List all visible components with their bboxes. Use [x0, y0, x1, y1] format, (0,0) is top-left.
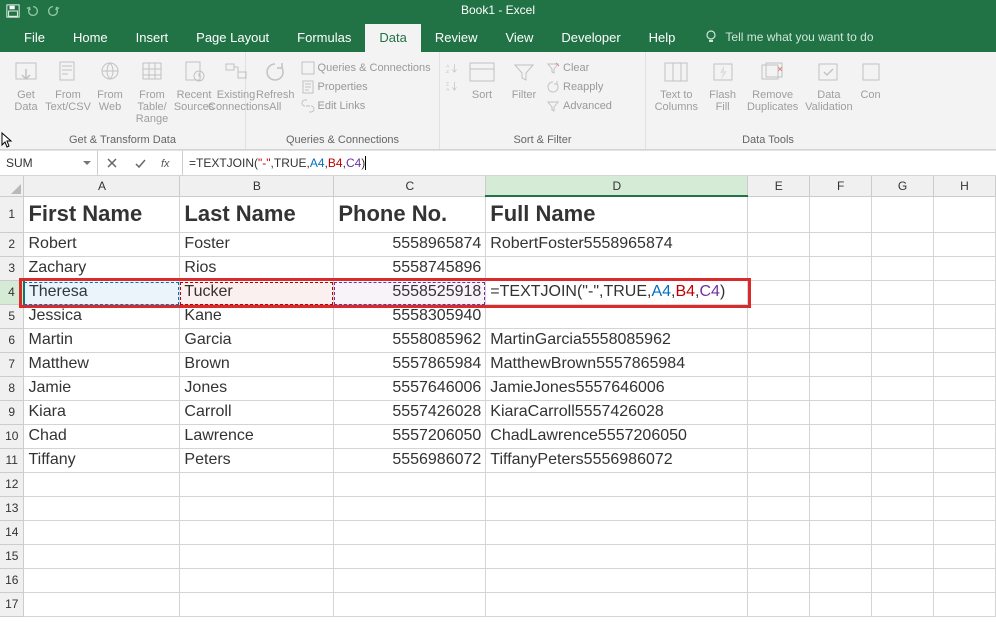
tab-page-layout[interactable]: Page Layout	[182, 24, 283, 52]
properties-button[interactable]: Properties	[301, 79, 431, 95]
clear-button[interactable]: Clear	[546, 60, 612, 76]
insert-function-button[interactable]: fx	[154, 156, 182, 170]
undo-icon[interactable]	[26, 4, 40, 18]
remove-duplicates-button[interactable]: RemoveDuplicates	[745, 54, 801, 113]
formula-bar-input[interactable]: =TEXTJOIN("-",TRUE,A4,B4,C4)	[183, 151, 996, 175]
select-all-button[interactable]	[0, 176, 24, 196]
tab-formulas[interactable]: Formulas	[283, 24, 365, 52]
lightbulb-icon	[703, 29, 719, 45]
name-box[interactable]: SUM	[0, 151, 98, 175]
cell-A1[interactable]: First Name	[24, 196, 180, 232]
filter-button[interactable]: Filter	[504, 54, 544, 101]
from-web-button[interactable]: FromWeb	[90, 54, 130, 113]
formula-bar-row: SUM fx =TEXTJOIN("-",TRUE,A4,B4,C4)	[0, 150, 996, 176]
row-header-5[interactable]: 5	[0, 304, 24, 328]
tab-home[interactable]: Home	[59, 24, 122, 52]
row-header-1[interactable]: 1	[0, 196, 24, 232]
tab-help[interactable]: Help	[635, 24, 690, 52]
row-header-4[interactable]: 4	[0, 280, 24, 304]
get-data-button[interactable]: GetData	[6, 54, 46, 113]
cell-C1[interactable]: Phone No.	[334, 196, 486, 232]
svg-text:A: A	[446, 87, 450, 93]
tab-view[interactable]: View	[491, 24, 547, 52]
flash-fill-button[interactable]: FlashFill	[703, 54, 743, 113]
svg-text:Z: Z	[446, 69, 449, 75]
save-icon[interactable]	[6, 4, 20, 18]
row-header-10[interactable]: 10	[0, 424, 24, 448]
svg-text:A: A	[446, 63, 450, 69]
col-header-F[interactable]: F	[810, 176, 872, 196]
col-header-B[interactable]: B	[180, 176, 334, 196]
window-title: Book1 - Excel	[461, 3, 535, 17]
svg-text:fx: fx	[161, 158, 170, 170]
sort-az-button[interactable]: AZ	[446, 60, 460, 76]
refresh-all-button[interactable]: RefreshAll	[252, 54, 299, 113]
text-to-columns-button[interactable]: Text toColumns	[652, 54, 701, 113]
tab-file[interactable]: File	[10, 24, 59, 52]
row-header-7[interactable]: 7	[0, 352, 24, 376]
group-label-sort-filter: Sort & Filter	[446, 134, 639, 149]
sort-za-button[interactable]: ZA	[446, 78, 460, 94]
advanced-button[interactable]: Advanced	[546, 98, 612, 114]
svg-text:Z: Z	[446, 81, 449, 87]
cursor-icon	[0, 132, 16, 148]
enter-formula-button[interactable]	[126, 156, 154, 170]
ribbon: GetData FromText/CSV FromWeb From Table/…	[0, 52, 996, 150]
group-label-data-tools: Data Tools	[652, 134, 884, 149]
sort-button[interactable]: Sort	[462, 54, 502, 101]
from-table-range-button[interactable]: From Table/Range	[132, 54, 172, 125]
worksheet-grid[interactable]: A B C D E F G H 1 First Name Last Name P…	[0, 176, 996, 631]
redo-icon[interactable]	[46, 4, 60, 18]
tab-review[interactable]: Review	[421, 24, 492, 52]
col-header-C[interactable]: C	[334, 176, 486, 196]
cell-D1[interactable]: Full Name	[486, 196, 748, 232]
tab-data[interactable]: Data	[365, 24, 420, 52]
edit-links-button[interactable]: Edit Links	[301, 98, 431, 114]
col-header-G[interactable]: G	[872, 176, 934, 196]
title-bar: Book1 - Excel	[0, 0, 996, 22]
cell-B1[interactable]: Last Name	[180, 196, 334, 232]
data-validation-button[interactable]: DataValidation	[803, 54, 855, 113]
tab-insert[interactable]: Insert	[122, 24, 183, 52]
col-header-H[interactable]: H	[934, 176, 996, 196]
row-header-2[interactable]: 2	[0, 232, 24, 256]
row-header-6[interactable]: 6	[0, 328, 24, 352]
cell-D4-editing[interactable]: =TEXTJOIN("-",TRUE,A4,B4,C4)	[486, 280, 748, 304]
queries-connections-button[interactable]: Queries & Connections	[301, 60, 431, 76]
row-header-9[interactable]: 9	[0, 400, 24, 424]
row-header-11[interactable]: 11	[0, 448, 24, 472]
cancel-formula-button[interactable]	[98, 156, 126, 170]
row-header-3[interactable]: 3	[0, 256, 24, 280]
reapply-button[interactable]: Reapply	[546, 79, 612, 95]
tab-developer[interactable]: Developer	[547, 24, 634, 52]
row-header-8[interactable]: 8	[0, 376, 24, 400]
consolidate-button[interactable]: Con	[857, 54, 884, 101]
col-header-E[interactable]: E	[748, 176, 810, 196]
group-label-get-transform: Get & Transform Data	[6, 134, 239, 149]
col-header-D[interactable]: D	[486, 176, 748, 196]
ribbon-tabs: File Home Insert Page Layout Formulas Da…	[0, 22, 996, 52]
col-header-A[interactable]: A	[24, 176, 180, 196]
tell-me[interactable]: Tell me what you want to do	[689, 23, 887, 52]
from-text-csv-button[interactable]: FromText/CSV	[48, 54, 88, 113]
group-label-queries: Queries & Connections	[252, 134, 433, 149]
